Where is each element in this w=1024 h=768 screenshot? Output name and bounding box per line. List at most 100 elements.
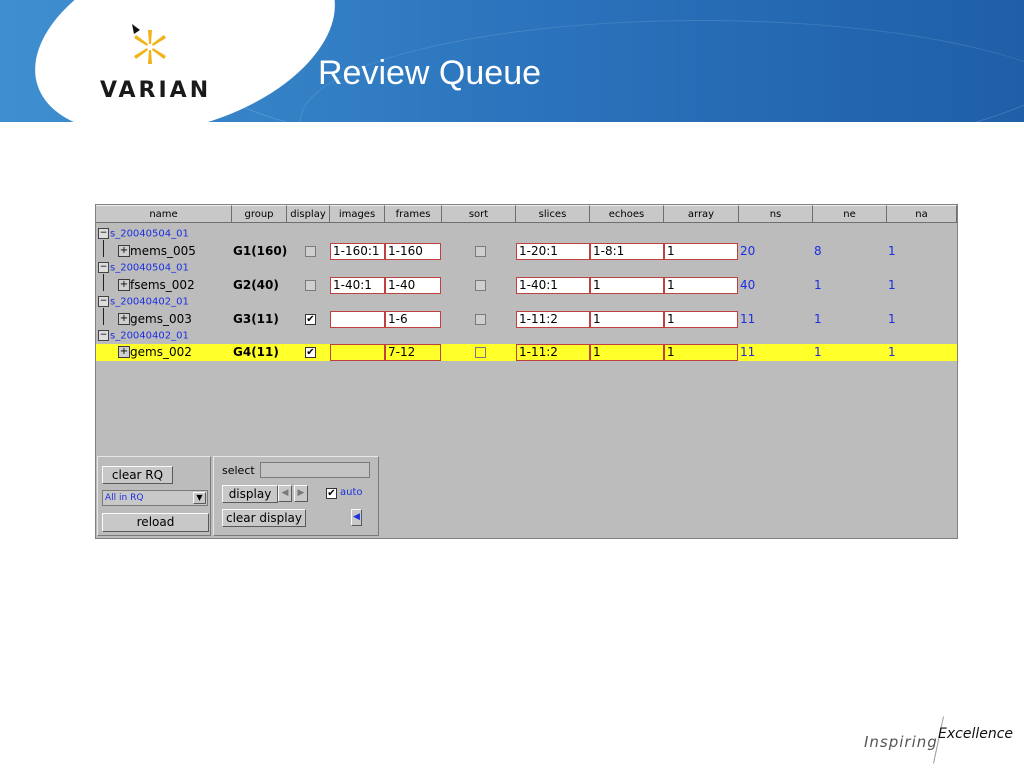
echoes-field[interactable]: 1: [590, 344, 664, 361]
reload-button[interactable]: reload: [102, 513, 209, 532]
images-field[interactable]: 1-40:1: [330, 277, 385, 294]
tree-collapse-icon[interactable]: −: [98, 296, 109, 307]
clear-rq-button[interactable]: clear RQ: [102, 466, 173, 484]
row-name: mems_005: [130, 244, 196, 258]
session-label[interactable]: − s_20040402_01: [98, 330, 189, 342]
tree-collapse-icon[interactable]: −: [98, 330, 109, 341]
frames-field[interactable]: 1-160: [385, 243, 441, 260]
ne-value: 1: [814, 278, 822, 292]
display-checkbox[interactable]: ✔: [305, 347, 316, 358]
column-header-name[interactable]: name: [96, 205, 232, 223]
na-value: 1: [888, 244, 896, 258]
row-group: G4(11): [233, 345, 279, 359]
tree-expand-icon[interactable]: +: [118, 313, 130, 325]
queue-rows: − s_20040504_01 + mems_005 G1(160) 1-160:…: [96, 224, 957, 457]
table-row[interactable]: + gems_003 G3(11) ✔ 1-6 1-11:2 1 1 11 1 …: [96, 311, 957, 328]
slices-field[interactable]: 1-40:1: [516, 277, 590, 294]
display-checkbox[interactable]: [305, 280, 316, 291]
column-header-na[interactable]: na: [887, 205, 957, 223]
echoes-field[interactable]: 1: [590, 311, 664, 328]
auto-checkbox[interactable]: ✔: [326, 488, 337, 499]
tree-collapse-icon[interactable]: −: [98, 228, 109, 239]
tree-collapse-icon[interactable]: −: [98, 262, 109, 273]
auto-label: auto: [340, 487, 363, 498]
arrow-right-icon[interactable]: ▶: [294, 485, 308, 502]
ne-value: 8: [814, 244, 822, 258]
control-panel: clear RQ All in RQ ▼ reload select displ…: [96, 456, 957, 538]
session-label[interactable]: − s_20040504_01: [98, 228, 189, 240]
ns-value: 40: [740, 278, 756, 292]
sort-checkbox[interactable]: [475, 246, 486, 257]
tree-expand-icon[interactable]: +: [118, 279, 130, 291]
varian-logo-icon: [132, 24, 166, 64]
row-group: G3(11): [233, 312, 279, 326]
table-row[interactable]: + mems_005 G1(160) 1-160:1 1-160 1-20:1 …: [96, 243, 957, 260]
arrow-left-icon[interactable]: ◀: [278, 485, 292, 502]
frames-field[interactable]: 1-6: [385, 311, 441, 328]
slices-field[interactable]: 1-11:2: [516, 344, 590, 361]
column-header-frames[interactable]: frames: [385, 205, 442, 223]
ne-value: 1: [814, 345, 822, 359]
session-label[interactable]: − s_20040504_01: [98, 262, 189, 274]
column-header-display[interactable]: display: [287, 205, 330, 223]
column-header-ns[interactable]: ns: [739, 205, 813, 223]
na-value: 1: [888, 312, 896, 326]
column-header-array[interactable]: array: [664, 205, 739, 223]
display-button[interactable]: display: [222, 485, 278, 503]
slices-field[interactable]: 1-20:1: [516, 243, 590, 260]
logo-text: VARIAN: [100, 78, 212, 103]
ns-value: 11: [740, 345, 756, 359]
sort-checkbox[interactable]: [475, 280, 486, 291]
sort-checkbox[interactable]: [475, 314, 486, 325]
dropdown-arrow-icon[interactable]: ▼: [193, 492, 206, 504]
na-value: 1: [888, 278, 896, 292]
queue-controls: clear RQ All in RQ ▼ reload: [97, 456, 211, 536]
column-header-echoes[interactable]: echoes: [590, 205, 664, 223]
images-field[interactable]: 1-160:1: [330, 243, 385, 260]
frames-field[interactable]: 7-12: [385, 344, 441, 361]
column-header-group[interactable]: group: [232, 205, 287, 223]
row-group: G2(40): [233, 278, 279, 292]
row-name: gems_003: [130, 312, 192, 326]
tree-expand-icon[interactable]: +: [118, 346, 130, 358]
column-header-ne[interactable]: ne: [813, 205, 887, 223]
slices-field[interactable]: 1-11:2: [516, 311, 590, 328]
select-label: select: [222, 464, 255, 477]
queue-filter-value: All in RQ: [105, 493, 144, 503]
tagline-inspiring: Inspiring: [864, 733, 938, 751]
column-header-slices[interactable]: slices: [516, 205, 590, 223]
ns-value: 20: [740, 244, 756, 258]
array-field[interactable]: 1: [664, 344, 738, 361]
tagline-excellence: Excellence: [938, 726, 1014, 742]
tree-expand-icon[interactable]: +: [118, 245, 130, 257]
column-header-images[interactable]: images: [330, 205, 385, 223]
queue-filter-select[interactable]: All in RQ ▼: [102, 490, 208, 506]
echoes-field[interactable]: 1: [590, 277, 664, 294]
select-field[interactable]: [260, 462, 370, 478]
session-label[interactable]: − s_20040402_01: [98, 296, 189, 308]
images-field[interactable]: [330, 311, 385, 328]
display-controls: select display ◀ ▶ ✔ auto clear display …: [213, 456, 379, 536]
row-group: G1(160): [233, 244, 288, 258]
arrow-left-icon[interactable]: ◀: [351, 509, 362, 526]
column-header-sort[interactable]: sort: [442, 205, 516, 223]
table-header: name group display images frames sort sl…: [96, 205, 957, 223]
header-banner: VARIAN Review Queue: [0, 0, 1024, 122]
clear-display-button[interactable]: clear display: [222, 509, 306, 527]
ne-value: 1: [814, 312, 822, 326]
images-field[interactable]: [330, 344, 385, 361]
display-checkbox[interactable]: [305, 246, 316, 257]
frames-field[interactable]: 1-40: [385, 277, 441, 294]
review-queue-window: name group display images frames sort sl…: [95, 204, 958, 539]
sort-checkbox[interactable]: [475, 347, 486, 358]
row-name: gems_002: [130, 345, 192, 359]
display-checkbox[interactable]: ✔: [305, 314, 316, 325]
array-field[interactable]: 1: [664, 311, 738, 328]
echoes-field[interactable]: 1-8:1: [590, 243, 664, 260]
na-value: 1: [888, 345, 896, 359]
table-row[interactable]: + fsems_002 G2(40) 1-40:1 1-40 1-40:1 1 …: [96, 277, 957, 294]
array-field[interactable]: 1: [664, 243, 738, 260]
array-field[interactable]: 1: [664, 277, 738, 294]
table-row-selected[interactable]: + gems_002 G4(11) ✔ 7-12 1-11:2 1 1 11 1…: [96, 344, 957, 361]
row-name: fsems_002: [130, 278, 195, 292]
